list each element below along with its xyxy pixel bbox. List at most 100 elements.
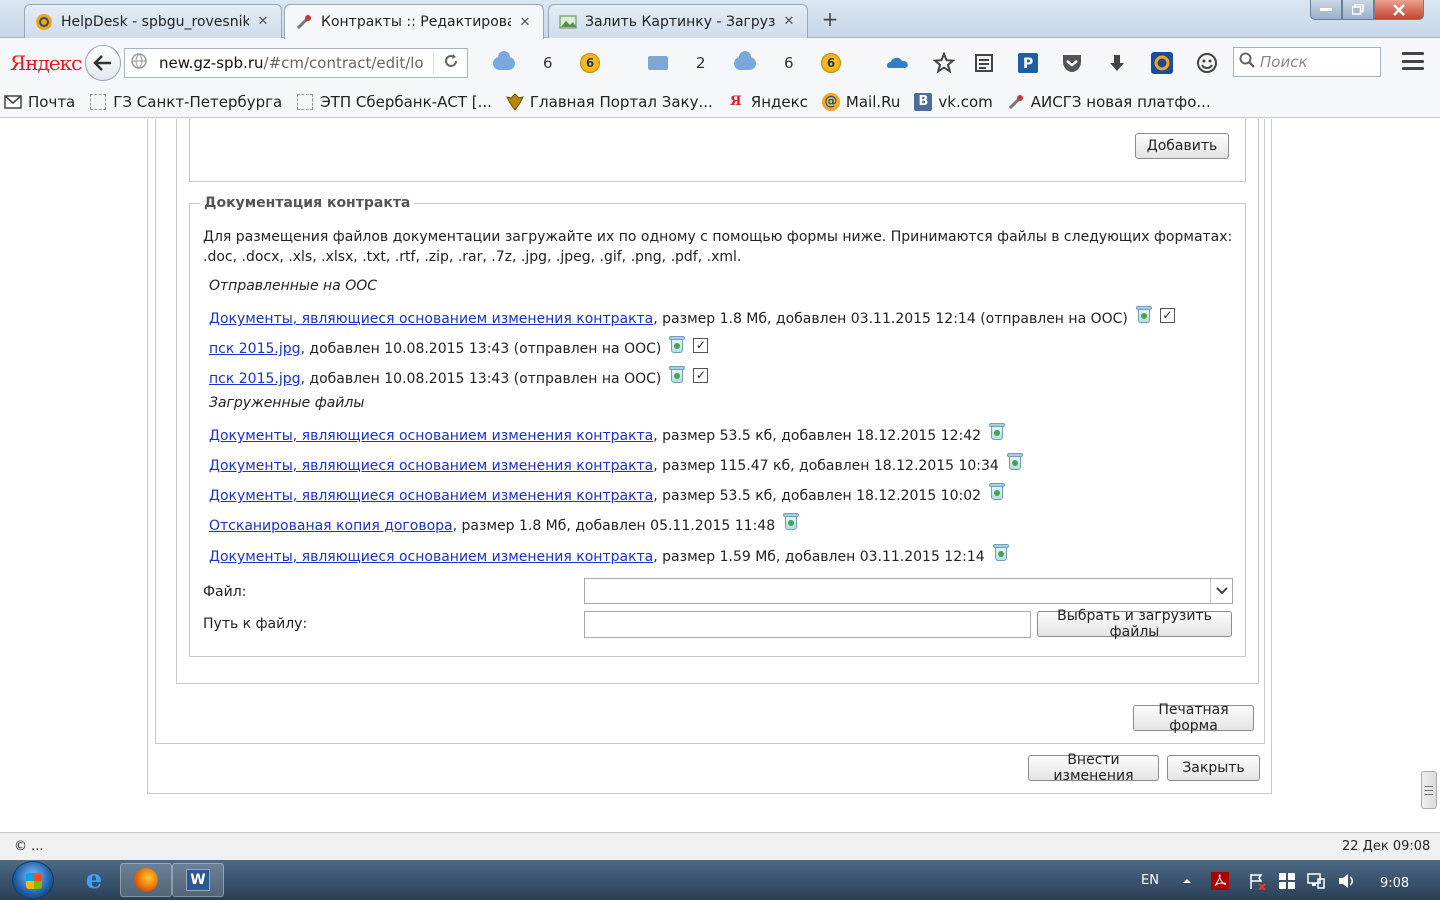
send-checkbox[interactable]: ✓ xyxy=(1159,307,1175,323)
trash-icon[interactable] xyxy=(669,366,686,384)
trash-icon[interactable] xyxy=(669,336,686,354)
file-link[interactable]: Документы, являющиеся основанием изменен… xyxy=(209,549,653,565)
globe-icon xyxy=(125,53,153,73)
window-restore-button[interactable] xyxy=(1342,0,1374,20)
search-input[interactable]: Поиск xyxy=(1233,47,1381,77)
word-icon: W xyxy=(186,869,210,891)
trash-icon[interactable] xyxy=(989,423,1006,441)
tray-expand-icon[interactable] xyxy=(1178,872,1196,890)
file-link[interactable]: пск 2015.jpg xyxy=(209,341,301,357)
bookmark-sberbank-ast[interactable]: ЭТП Сбербанк-АСТ [... xyxy=(296,93,492,111)
bookmark-gz-spb[interactable]: ГЗ Санкт-Петербурга xyxy=(89,93,282,111)
trash-icon[interactable] xyxy=(989,483,1006,501)
close-tab-icon[interactable]: ✕ xyxy=(517,15,533,30)
file-row: Документы, являющиеся основанием изменен… xyxy=(209,544,1009,568)
scrollbar-thumb[interactable] xyxy=(1421,771,1437,809)
file-link[interactable]: Документы, являющиеся основанием изменен… xyxy=(209,428,653,444)
close-tab-icon[interactable]: ✕ xyxy=(781,14,797,29)
vk-icon: B xyxy=(914,92,933,111)
trash-icon[interactable] xyxy=(1135,306,1152,324)
acrobat-icon[interactable] xyxy=(1211,872,1229,890)
download-icon[interactable] xyxy=(1105,51,1129,75)
send-checkbox[interactable]: ✓ xyxy=(693,367,709,383)
pocket-p-icon[interactable]: P xyxy=(1016,51,1040,75)
counter: 6 xyxy=(784,54,794,72)
internet-explorer-icon: e xyxy=(85,865,103,895)
network-icon[interactable] xyxy=(1307,872,1325,890)
taskbar-word[interactable]: W xyxy=(172,863,224,897)
placeholder-icon xyxy=(296,93,314,111)
star-icon[interactable] xyxy=(932,51,956,75)
chevron-down-icon[interactable] xyxy=(1210,579,1232,603)
hamburger-menu-icon[interactable] xyxy=(1402,52,1424,70)
start-button[interactable] xyxy=(12,861,54,899)
cloud-icon[interactable] xyxy=(493,50,515,74)
file-path-input[interactable] xyxy=(584,611,1031,638)
bookmark-aisgz[interactable]: АИСГЗ новая платфо... xyxy=(1007,93,1211,111)
clock[interactable]: 9:08 xyxy=(1380,876,1409,891)
pocket-icon[interactable] xyxy=(1060,51,1084,75)
file-link[interactable]: Документы, являющиеся основанием изменен… xyxy=(209,488,653,504)
new-tab-button[interactable]: + xyxy=(818,8,842,32)
back-button[interactable] xyxy=(85,45,121,81)
reading-list-icon[interactable] xyxy=(972,51,996,75)
send-checkbox[interactable]: ✓ xyxy=(693,337,709,353)
file-link[interactable]: Отсканированая копия договора xyxy=(209,518,453,534)
bookmark-mail-ru[interactable]: @ Mail.Ru xyxy=(821,92,900,111)
add-button[interactable]: Добавить xyxy=(1135,133,1229,159)
cloud-icon[interactable] xyxy=(734,50,756,74)
file-link[interactable]: пск 2015.jpg xyxy=(209,371,301,387)
bookmark-pochta[interactable]: Почта xyxy=(4,93,75,111)
language-indicator[interactable]: EN xyxy=(1141,873,1159,888)
file-info: , размер 1.8 Мб, добавлен 05.11.2015 11:… xyxy=(452,518,776,534)
volume-icon[interactable] xyxy=(1338,872,1356,890)
tab-upload-image[interactable]: Залить Картинку - Загруз... ✕ xyxy=(548,4,808,38)
previous-fieldset xyxy=(189,119,1246,182)
coat-of-arms-icon xyxy=(505,92,524,111)
bookmark-zakupki-portal[interactable]: Главная Портал Заку... xyxy=(505,92,713,111)
close-button[interactable]: Закрыть xyxy=(1167,755,1260,781)
tab-contracts[interactable]: Контракты :: Редактирова... ✕ xyxy=(284,4,544,39)
coin-icon[interactable]: 6 xyxy=(821,52,841,74)
bookmark-vk[interactable]: B vk.com xyxy=(914,92,993,111)
browser-navbar: Яндекс new.gz-spb.ru/#cm/contract/edit/l… xyxy=(0,38,1440,86)
close-tab-icon[interactable]: ✕ xyxy=(255,14,271,29)
file-path-label: Путь к файлу: xyxy=(203,616,308,632)
trash-icon[interactable] xyxy=(992,544,1009,562)
file-link[interactable]: Документы, являющиеся основанием изменен… xyxy=(209,311,653,327)
file-info: , размер 53.5 кб, добавлен 18.12.2015 12… xyxy=(653,428,982,444)
tab-title: Залить Картинку - Загруз... xyxy=(585,13,775,30)
file-info: , размер 53.5 кб, добавлен 18.12.2015 10… xyxy=(653,488,982,504)
flag-error-icon[interactable] xyxy=(1248,872,1266,890)
date-time-text: 22 Дек 09:08 xyxy=(1342,839,1431,854)
bookmark-yandex[interactable]: Я Яндекс xyxy=(727,93,808,111)
file-select[interactable] xyxy=(584,578,1233,604)
mail-ru-icon[interactable] xyxy=(1150,51,1174,75)
contract-docs-legend: Документация контракта xyxy=(200,195,415,211)
sync-cloud-icon[interactable] xyxy=(886,51,910,75)
yandex-logo[interactable]: Яндекс xyxy=(10,51,82,75)
page-status-bar: © ... 22 Дек 09:08 xyxy=(0,832,1440,860)
file-row: Документы, являющиеся основанием изменен… xyxy=(209,306,1175,330)
svg-text:P: P xyxy=(1023,56,1033,72)
file-link[interactable]: Документы, являющиеся основанием изменен… xyxy=(209,458,653,474)
coin-icon[interactable]: 6 xyxy=(580,52,600,74)
file-row: пск 2015.jpg , добавлен 10.08.2015 13:43… xyxy=(209,336,709,360)
windows-flag-icon[interactable] xyxy=(1278,872,1296,890)
upload-files-button[interactable]: Выбрать и загрузить файлы xyxy=(1037,608,1232,640)
address-bar[interactable]: new.gz-spb.ru/#cm/contract/edit/lo xyxy=(124,48,468,78)
window-close-button[interactable] xyxy=(1374,0,1424,20)
print-form-button[interactable]: Печатная форма xyxy=(1133,702,1254,734)
tab-helpdesk[interactable]: HelpDesk - spbgu_rovesnik... ✕ xyxy=(24,4,282,38)
trash-icon[interactable] xyxy=(1006,453,1023,471)
taskbar-ie[interactable]: e xyxy=(68,863,120,897)
trash-icon[interactable] xyxy=(783,513,800,531)
reload-icon[interactable] xyxy=(433,52,467,74)
apply-changes-button[interactable]: Внести изменения xyxy=(1028,752,1159,784)
mail-envelope-icon[interactable] xyxy=(648,52,668,74)
taskbar-firefox[interactable] xyxy=(120,863,172,897)
window-minimize-button[interactable] xyxy=(1310,0,1342,20)
sent-files-title: Отправленные на ООС xyxy=(209,278,378,294)
url-text[interactable]: new.gz-spb.ru/#cm/contract/edit/lo xyxy=(153,54,433,72)
smiley-icon[interactable] xyxy=(1195,51,1219,75)
